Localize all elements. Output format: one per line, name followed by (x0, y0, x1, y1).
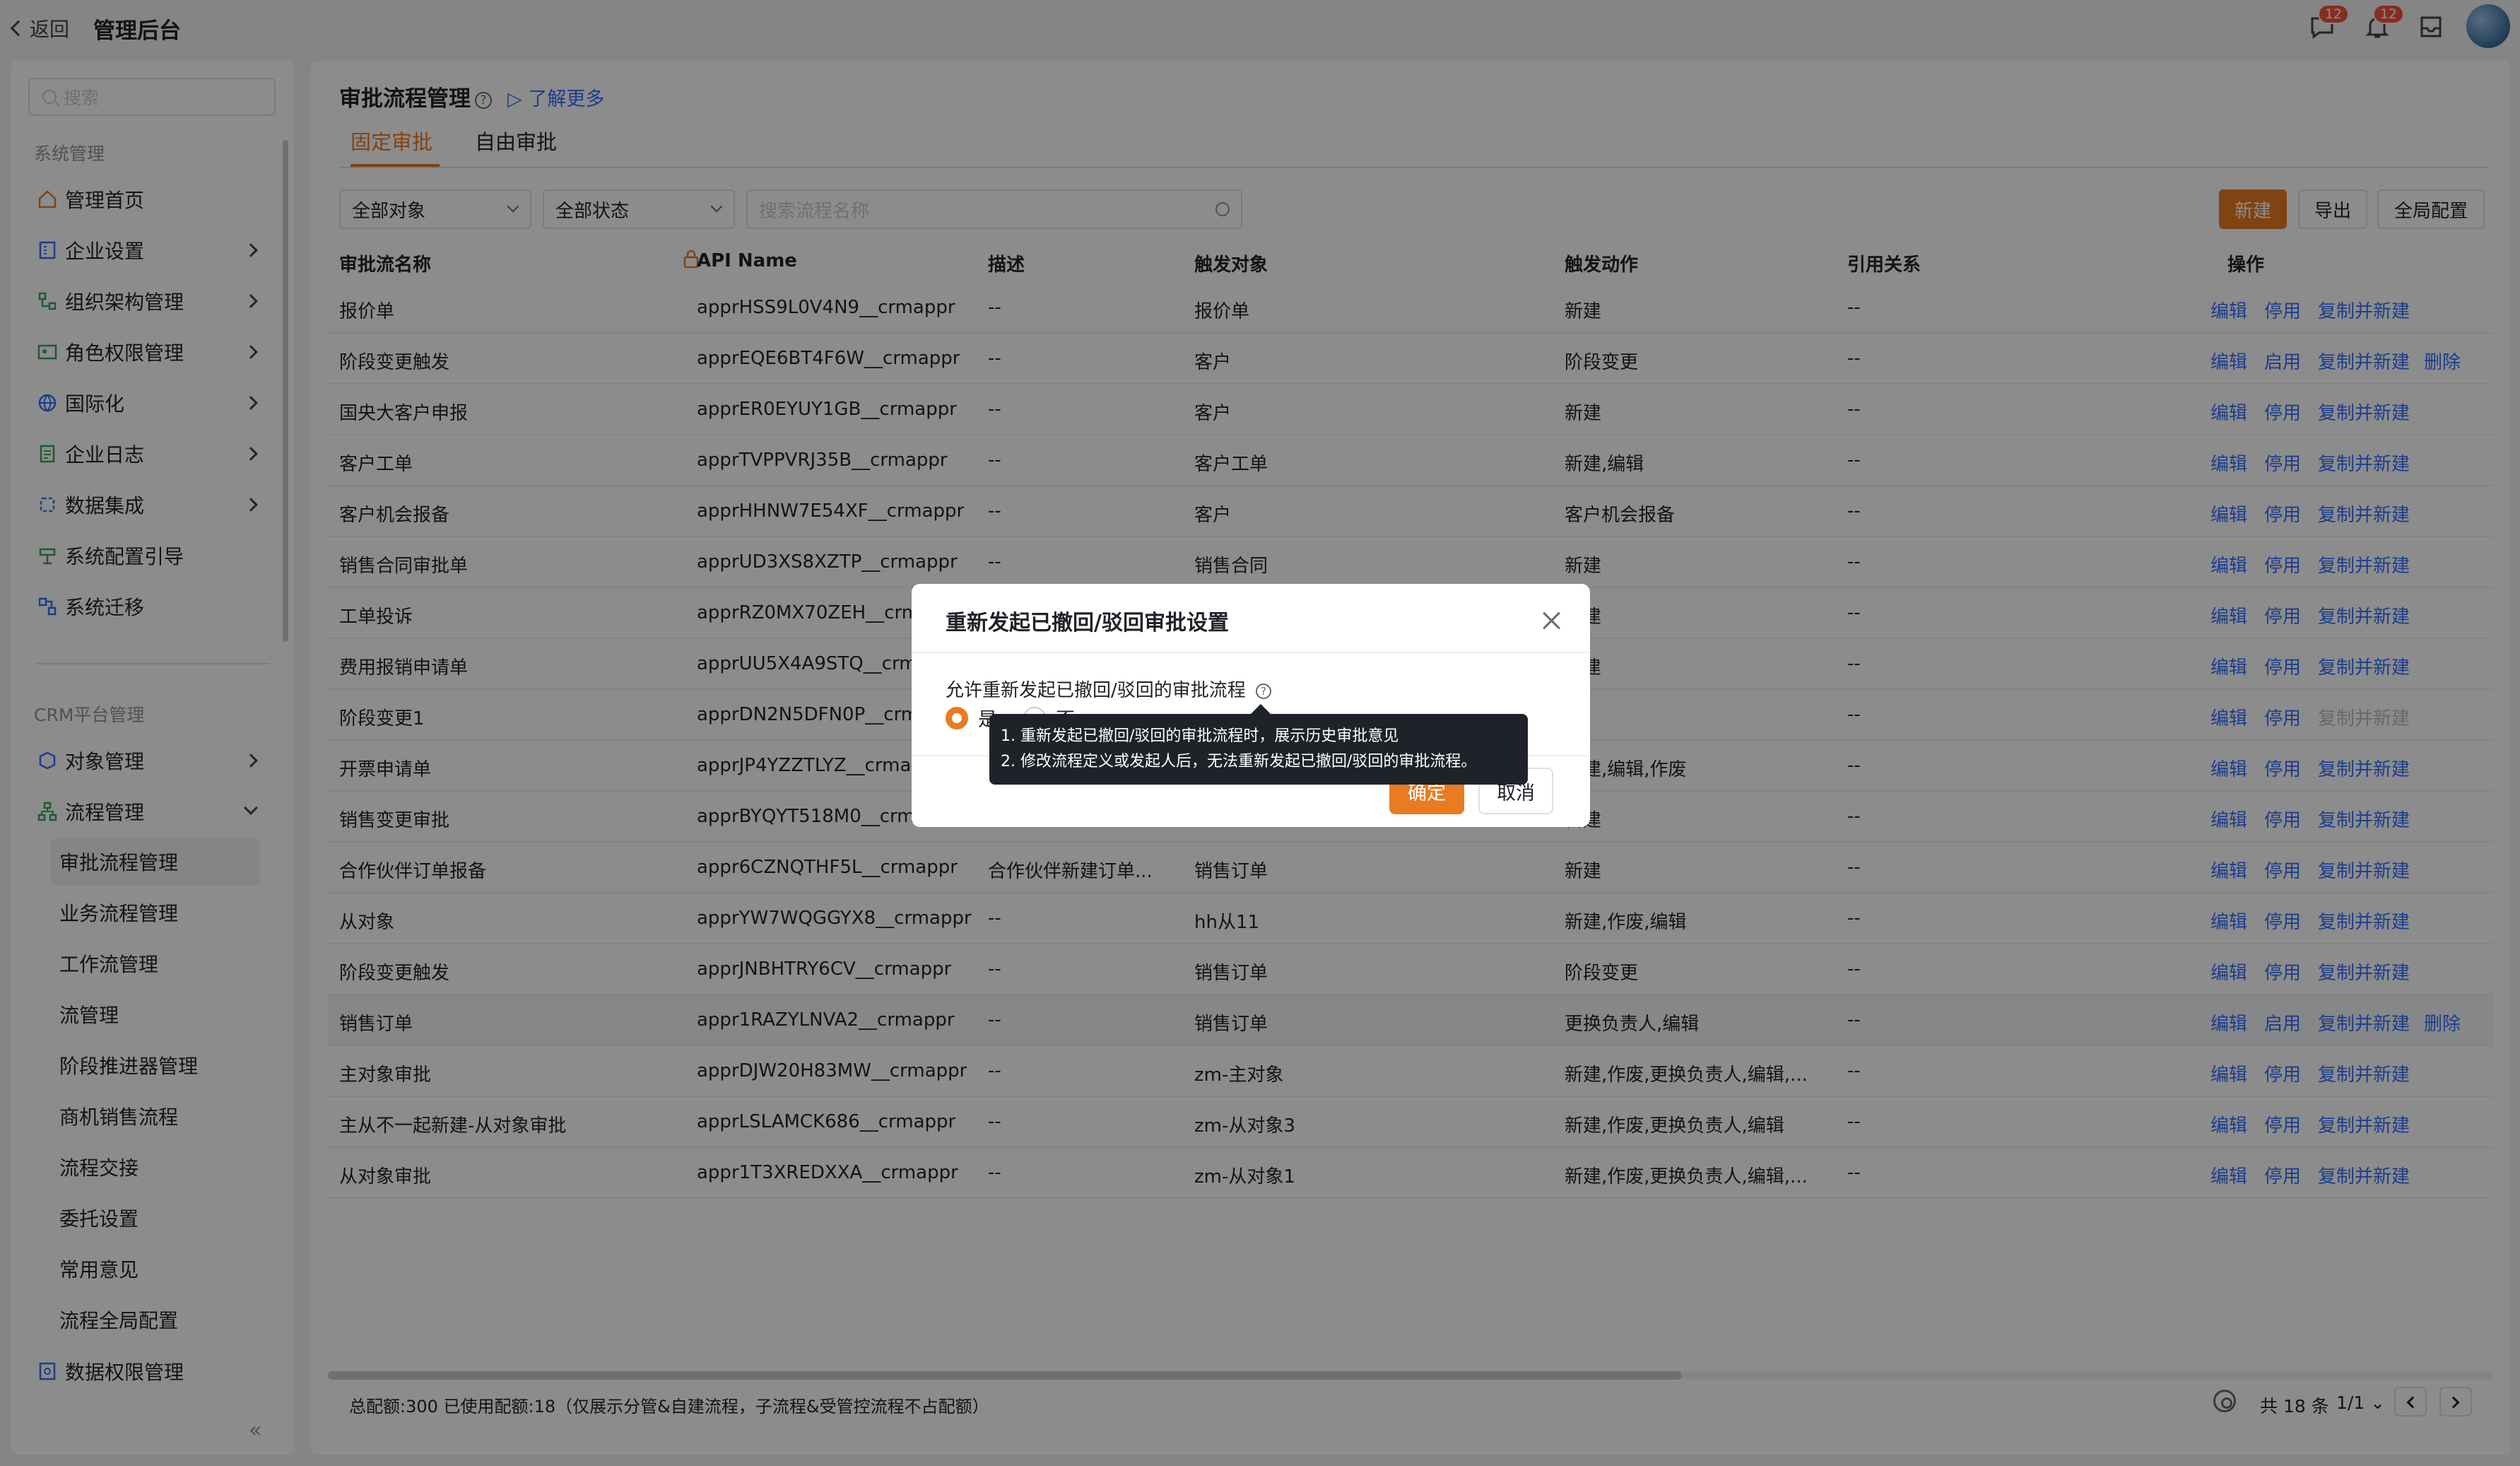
close-icon[interactable] (1541, 609, 1562, 631)
radio-yes[interactable] (946, 707, 968, 729)
help-icon[interactable]: ? (1256, 683, 1272, 699)
dialog-header-divider (912, 652, 1590, 653)
allow-resubmit-label: 允许重新发起已撤回/驳回的审批流程 ? (946, 676, 1272, 702)
dialog-title: 重新发起已撤回/驳回审批设置 (946, 611, 1229, 635)
allow-resubmit-text: 允许重新发起已撤回/驳回的审批流程 (946, 680, 1246, 701)
tooltip-line-1: 1. 重新发起已撤回/驳回的审批流程时，展示历史审批意见 (1001, 727, 1399, 745)
help-tooltip: 1. 重新发起已撤回/驳回的审批流程时，展示历史审批意见 2. 修改流程定义或发… (989, 704, 1528, 785)
tooltip-line-2: 2. 修改流程定义或发起人后，无法重新发起已撤回/驳回的审批流程。 (1001, 753, 1477, 770)
